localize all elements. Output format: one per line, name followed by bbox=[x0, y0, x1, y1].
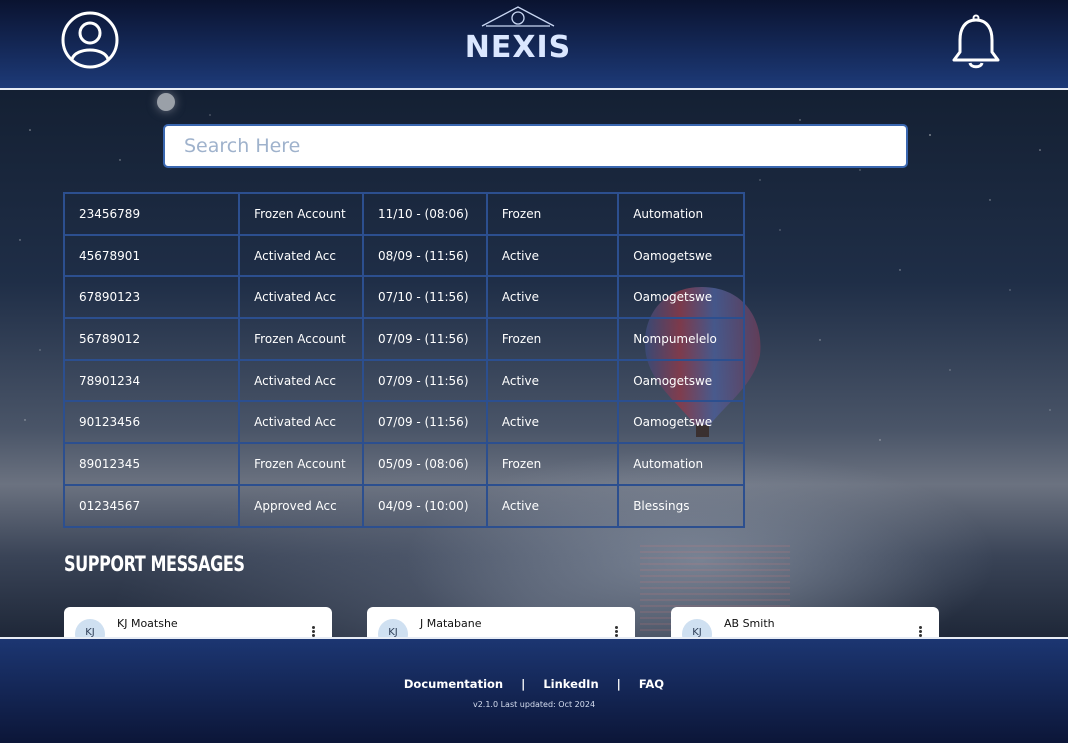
user-cell: Oamogetswe bbox=[617, 233, 745, 278]
avatar: KJ bbox=[682, 619, 712, 637]
table-row[interactable]: 78901234 Activated Acc 07/09 - (11:56) Acti… bbox=[62, 358, 745, 403]
more-options-icon[interactable] bbox=[615, 626, 619, 637]
support-messages-title: SUPPORT MESSAGES bbox=[64, 552, 245, 576]
account-number-cell: 23456789 bbox=[62, 192, 241, 236]
action-cell: Frozen Account bbox=[238, 317, 365, 361]
table-row[interactable]: 67890123 Activated Acc 07/10 - (11:56) Acti… bbox=[62, 275, 745, 320]
timestamp-cell: 07/09 - (11:56) bbox=[362, 400, 488, 445]
status-cell: Active bbox=[485, 233, 620, 278]
action-cell: Frozen Account bbox=[238, 442, 365, 486]
account-number-cell: 89012345 bbox=[62, 442, 241, 486]
accounts-table: 23456789 Frozen Account 11/10 - (08:06) Fro… bbox=[62, 192, 745, 528]
status-cell: Active bbox=[485, 358, 620, 403]
user-cell: Nompumelelo bbox=[617, 317, 745, 361]
card-sender-name: AB Smith bbox=[724, 617, 775, 630]
status-cell: Frozen bbox=[485, 317, 620, 361]
account-number-cell: 78901234 bbox=[62, 358, 241, 403]
timestamp-cell: 07/09 - (11:56) bbox=[362, 358, 488, 403]
user-cell: Oamogetswe bbox=[617, 358, 745, 403]
page-footer: Documentation | LinkedIn | FAQ v2.1.0 La… bbox=[0, 637, 1068, 743]
status-cell: Active bbox=[485, 400, 620, 445]
account-number-cell: 56789012 bbox=[62, 317, 241, 361]
timestamp-cell: 07/09 - (11:56) bbox=[362, 317, 488, 361]
nexis-logo[interactable]: NEXIS bbox=[462, 4, 574, 66]
table-row[interactable]: 90123456 Activated Acc 07/09 - (11:56) Acti… bbox=[62, 400, 745, 445]
bell-icon[interactable] bbox=[950, 14, 1002, 70]
action-cell: Frozen Account bbox=[238, 192, 365, 236]
avatar: KJ bbox=[75, 619, 105, 637]
support-message-card[interactable]: KJ AB Smith bbox=[671, 607, 939, 637]
user-cell: Automation bbox=[617, 442, 745, 486]
footer-separator: | bbox=[521, 677, 526, 691]
account-number-cell: 67890123 bbox=[62, 275, 241, 320]
table-row[interactable]: 89012345 Frozen Account 05/09 - (08:06) Fro… bbox=[62, 442, 745, 486]
status-cell: Frozen bbox=[485, 192, 620, 236]
footer-link-linkedin[interactable]: LinkedIn bbox=[543, 677, 598, 691]
status-cell: Frozen bbox=[485, 442, 620, 486]
footer-link-faq[interactable]: FAQ bbox=[639, 677, 664, 691]
more-options-icon[interactable] bbox=[919, 626, 923, 637]
action-cell: Approved Acc bbox=[238, 483, 365, 528]
version-info: v2.1.0 Last updated: Oct 2024 bbox=[472, 700, 596, 709]
table-row[interactable]: 45678901 Activated Acc 08/09 - (11:56) Acti… bbox=[62, 233, 745, 278]
account-number-cell: 90123456 bbox=[62, 400, 241, 445]
user-cell: Oamogetswe bbox=[617, 400, 745, 445]
logo-text: NEXIS bbox=[464, 30, 572, 65]
action-cell: Activated Acc bbox=[238, 400, 365, 445]
table-row[interactable]: 23456789 Frozen Account 11/10 - (08:06) Fro… bbox=[62, 192, 745, 236]
table-row[interactable]: 01234567 Approved Acc 04/09 - (10:00) Activ… bbox=[62, 483, 745, 528]
card-sender-name: KJ Moatshe bbox=[117, 617, 178, 630]
user-cell: Automation bbox=[617, 192, 745, 236]
account-number-cell: 01234567 bbox=[62, 483, 241, 528]
timestamp-cell: 11/10 - (08:06) bbox=[362, 192, 488, 236]
footer-separator: | bbox=[616, 677, 621, 691]
card-sender-name: J Matabane bbox=[420, 617, 482, 630]
status-cell: Active bbox=[485, 275, 620, 320]
search-input[interactable] bbox=[163, 124, 908, 168]
support-message-card[interactable]: KJ KJ Moatshe bbox=[64, 607, 332, 637]
user-cell: Blessings bbox=[617, 483, 745, 528]
timestamp-cell: 07/10 - (11:56) bbox=[362, 275, 488, 320]
timestamp-cell: 05/09 - (08:06) bbox=[362, 442, 488, 486]
footer-links: Documentation | LinkedIn | FAQ bbox=[0, 677, 1068, 691]
action-cell: Activated Acc bbox=[238, 358, 365, 403]
avatar: KJ bbox=[378, 619, 408, 637]
footer-link-documentation[interactable]: Documentation bbox=[404, 677, 503, 691]
action-cell: Activated Acc bbox=[238, 275, 365, 320]
action-cell: Activated Acc bbox=[238, 233, 365, 278]
support-message-card[interactable]: KJ J Matabane bbox=[367, 607, 635, 637]
timestamp-cell: 08/09 - (11:56) bbox=[362, 233, 488, 278]
account-number-cell: 45678901 bbox=[62, 233, 241, 278]
top-header: NEXIS bbox=[0, 0, 1068, 90]
table-row[interactable]: 56789012 Frozen Account 07/09 - (11:56) Fro… bbox=[62, 317, 745, 361]
status-cell: Active bbox=[485, 483, 620, 528]
moon-decoration bbox=[157, 93, 175, 111]
timestamp-cell: 04/09 - (10:00) bbox=[362, 483, 488, 528]
user-circle-icon[interactable] bbox=[61, 11, 119, 69]
more-options-icon[interactable] bbox=[312, 626, 316, 637]
user-cell: Oamogetswe bbox=[617, 275, 745, 320]
